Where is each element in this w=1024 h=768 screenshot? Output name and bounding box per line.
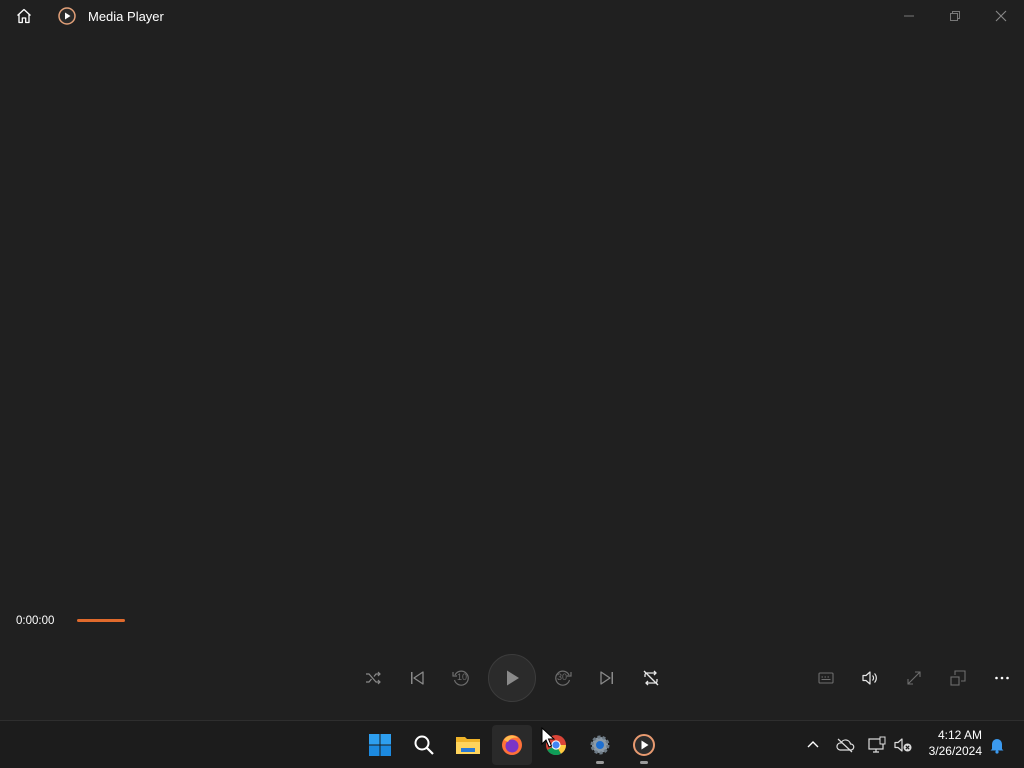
volume-button[interactable] [852, 660, 888, 696]
windows-logo-icon [369, 734, 391, 756]
rewind-label: 10 [457, 672, 468, 682]
file-explorer-button[interactable] [448, 725, 488, 765]
forward-label: 30 [557, 672, 568, 682]
elapsed-time: 0:00:00 [16, 615, 55, 627]
volume-muted-icon [894, 738, 912, 752]
restore-icon [950, 11, 960, 21]
rewind-10-button[interactable]: 10 [443, 660, 479, 696]
bell-icon [990, 739, 1004, 754]
show-hidden-icons-button[interactable] [800, 731, 826, 759]
clock-date: 3/26/2024 [928, 744, 982, 758]
search-icon [414, 735, 434, 755]
mouse-cursor-icon [541, 727, 555, 748]
fullscreen-button[interactable] [896, 660, 932, 696]
next-button[interactable] [589, 660, 625, 696]
volume-tray-button[interactable] [890, 731, 916, 759]
forward-30-button[interactable]: 30 [545, 660, 581, 696]
clock[interactable]: 4:12 AM 3/26/2024 [920, 727, 982, 759]
running-indicator [640, 761, 648, 764]
video-area[interactable] [0, 32, 1024, 602]
next-icon [600, 671, 613, 685]
taskbar: 4:12 AM 3/26/2024 [0, 720, 1024, 768]
repeat-button[interactable] [633, 660, 669, 696]
media-player-taskbar-button[interactable] [624, 725, 664, 765]
shuffle-icon [366, 671, 381, 685]
search-button[interactable] [404, 725, 444, 765]
more-icon [995, 676, 1009, 680]
fullscreen-icon [907, 671, 921, 685]
title-bar: Media Player [0, 0, 1024, 32]
notifications-button[interactable] [984, 731, 1010, 759]
mini-player-icon [950, 670, 966, 686]
firefox-icon [502, 735, 522, 755]
cloud-off-icon [836, 738, 855, 753]
home-button[interactable] [10, 4, 38, 28]
mini-player-button[interactable] [940, 660, 976, 696]
settings-button[interactable] [580, 725, 620, 765]
play-icon [507, 670, 519, 686]
folder-icon [456, 737, 480, 754]
repeat-off-icon [643, 670, 659, 686]
minimize-button[interactable] [886, 0, 932, 32]
previous-icon [411, 671, 424, 685]
volume-icon [862, 671, 877, 685]
network-icon [868, 736, 886, 753]
play-button[interactable] [488, 654, 536, 702]
captions-icon [818, 672, 834, 684]
settings-gear-icon [590, 735, 610, 755]
shuffle-button[interactable] [355, 660, 391, 696]
start-button[interactable] [360, 725, 400, 765]
restore-button[interactable] [932, 0, 978, 32]
captions-button[interactable] [808, 660, 844, 696]
media-player-app-icon [58, 7, 76, 25]
firefox-button[interactable] [492, 725, 532, 765]
app-title: Media Player [88, 9, 164, 24]
close-icon [995, 10, 1007, 22]
network-button[interactable] [864, 731, 890, 759]
clock-time: 4:12 AM [937, 728, 982, 742]
running-indicator [596, 761, 604, 764]
media-player-icon [633, 734, 655, 756]
onedrive-button[interactable] [832, 731, 858, 759]
more-options-button[interactable] [984, 660, 1020, 696]
minimize-icon [904, 15, 914, 17]
seek-bar[interactable] [77, 619, 125, 622]
previous-button[interactable] [399, 660, 435, 696]
chevron-up-icon [807, 741, 819, 748]
close-button[interactable] [978, 0, 1024, 32]
home-icon [17, 8, 31, 24]
